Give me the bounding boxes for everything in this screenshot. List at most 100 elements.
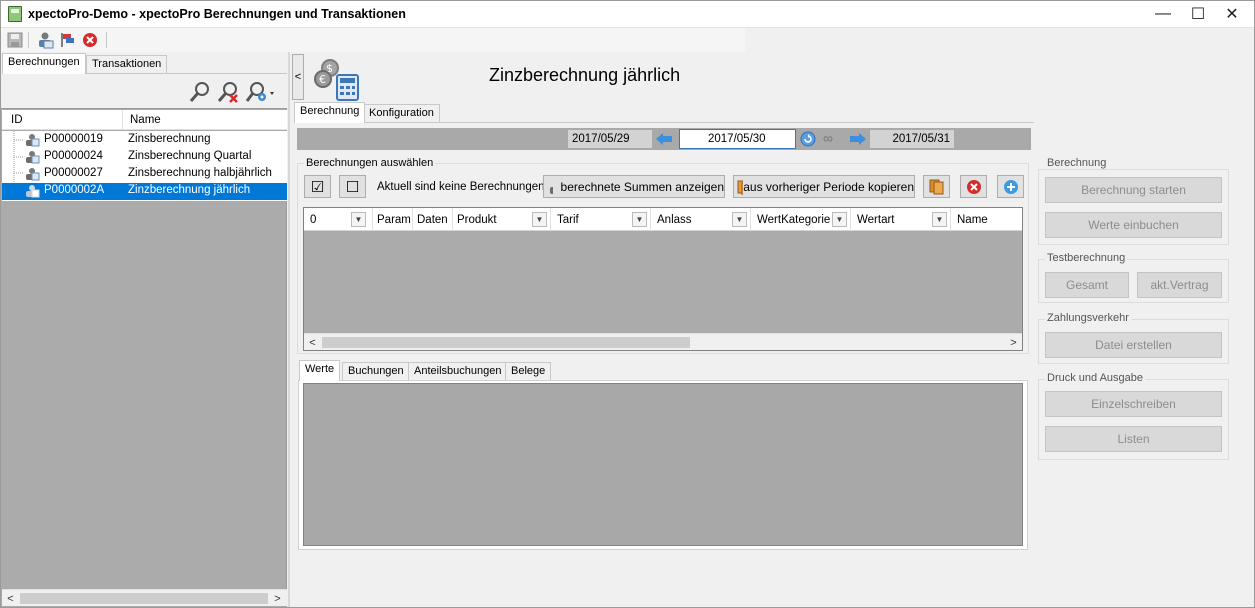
- lists-button[interactable]: Listen: [1045, 426, 1222, 452]
- refresh-date-icon[interactable]: [800, 131, 816, 147]
- grid-divider: [452, 208, 453, 231]
- grid-col-name[interactable]: Name: [957, 208, 988, 231]
- row-name: Zinsberechnung: [128, 133, 211, 145]
- calculation-icon: [26, 134, 40, 147]
- copy-previous-period-button[interactable]: aus vorheriger Periode kopieren: [733, 175, 915, 198]
- tab-belege[interactable]: Belege: [505, 362, 552, 381]
- grid-horizontal-scrollbar[interactable]: < >: [304, 333, 1022, 350]
- close-button[interactable]: ✕: [1209, 0, 1255, 28]
- chevron-down-icon[interactable]: ▼: [932, 212, 947, 227]
- calculation-list: ID Name P00000019 Zinsberechnung P000000…: [0, 108, 287, 608]
- grid-col-0[interactable]: 0: [310, 208, 316, 231]
- splitter[interactable]: [288, 52, 290, 608]
- link-dates-icon[interactable]: ∞: [823, 130, 833, 146]
- grid-divider: [650, 208, 651, 231]
- main-tabstrip: Berechnung Konfiguration: [294, 102, 1044, 124]
- chevron-down-icon[interactable]: ▼: [732, 212, 747, 227]
- chevron-down-icon[interactable]: ▼: [832, 212, 847, 227]
- column-divider: [122, 110, 123, 130]
- chevron-down-icon[interactable]: ▼: [632, 212, 647, 227]
- calculation-icon: [26, 168, 40, 181]
- tab-berechnung[interactable]: Berechnung: [294, 102, 366, 123]
- tab-werte[interactable]: Werte: [299, 360, 341, 381]
- chevron-down-icon[interactable]: ▼: [351, 212, 366, 227]
- calculation-icon: [26, 185, 40, 198]
- grid-col-wertkategorie[interactable]: WertKategorie: [757, 208, 830, 231]
- main-tab-underline: [294, 122, 1034, 123]
- scroll-left-arrow[interactable]: <: [2, 590, 19, 607]
- arrow-left-icon[interactable]: [655, 131, 673, 147]
- list-body: P00000019 Zinsberechnung P00000024 Zinsb…: [2, 131, 287, 201]
- delete-icon: [966, 179, 981, 194]
- list-item[interactable]: P00000027 Zinsberechnung halbjährlich: [2, 166, 287, 183]
- calculator-user-icon[interactable]: [36, 31, 54, 49]
- grid-col-wertart[interactable]: Wertart: [857, 208, 895, 231]
- column-header-id[interactable]: ID: [11, 114, 23, 126]
- single-letter-button[interactable]: Einzelschreiben: [1045, 391, 1222, 417]
- scroll-thumb[interactable]: [20, 593, 268, 604]
- scroll-left-arrow[interactable]: <: [304, 334, 321, 351]
- left-horizontal-scrollbar[interactable]: < >: [2, 589, 287, 606]
- previous-date[interactable]: 2017/05/29: [568, 130, 652, 148]
- current-date-input[interactable]: 2017/05/30: [679, 129, 796, 149]
- uncheck-all-button[interactable]: ☐: [339, 175, 366, 198]
- check-all-button[interactable]: ☑: [304, 175, 331, 198]
- save-icon[interactable]: [6, 31, 24, 49]
- start-calculation-button[interactable]: Berechnung starten: [1045, 177, 1222, 203]
- bottom-tabstrip: Werte Buchungen Anteilsbuchungen Belege: [299, 360, 1029, 382]
- grid-divider: [950, 208, 951, 231]
- scroll-right-arrow[interactable]: >: [269, 590, 286, 607]
- left-tabstrip: Berechnungen Transaktionen: [2, 53, 287, 75]
- show-sums-button[interactable]: berechnete Summen anzeigen: [543, 175, 725, 198]
- row-name: Zinzberechnung jährlich: [128, 184, 251, 196]
- delete-button[interactable]: [960, 175, 987, 198]
- grid-divider: [750, 208, 751, 231]
- arrow-right-icon[interactable]: [849, 131, 867, 147]
- search-icon[interactable]: [188, 80, 212, 104]
- flags-icon[interactable]: [58, 31, 76, 49]
- row-id: P00000019: [44, 133, 103, 145]
- group-label-selection: Berechnungen auswählen: [304, 157, 436, 169]
- grid-col-produkt[interactable]: Produkt: [457, 208, 497, 231]
- values-panel: [298, 380, 1028, 550]
- copy-previous-label: aus vorheriger Periode kopieren: [743, 179, 914, 194]
- chevron-down-icon[interactable]: ▼: [532, 212, 547, 227]
- grid-col-daten[interactable]: Daten: [417, 208, 448, 231]
- group-label-payment: Zahlungsverkehr: [1045, 312, 1131, 324]
- next-date[interactable]: 2017/05/31: [870, 130, 954, 148]
- show-sums-label: berechnete Summen anzeigen: [560, 179, 724, 194]
- scroll-thumb[interactable]: [322, 337, 690, 348]
- group-label-berechnung: Berechnung: [1045, 157, 1109, 169]
- clear-search-icon[interactable]: [216, 80, 240, 104]
- list-item[interactable]: P00000019 Zinsberechnung: [2, 132, 287, 149]
- create-file-button[interactable]: Datei erstellen: [1045, 332, 1222, 358]
- tab-buchungen[interactable]: Buchungen: [342, 362, 410, 381]
- column-header-name[interactable]: Name: [130, 114, 161, 126]
- grid-divider: [372, 208, 373, 231]
- app-icon: [8, 6, 22, 22]
- test-total-button[interactable]: Gesamt: [1045, 272, 1129, 298]
- tab-transaktionen[interactable]: Transaktionen: [86, 55, 168, 74]
- date-navigation-bar: 2017/05/29 2017/05/30 ∞ 2017/05/31: [297, 128, 1031, 150]
- list-item-selected[interactable]: P0000002A Zinzberechnung jährlich: [2, 183, 287, 200]
- grid-col-param[interactable]: Param: [377, 208, 411, 231]
- window-title: xpectoPro-Demo - xpectoPro Berechnungen …: [28, 7, 406, 21]
- grid-col-tarif[interactable]: Tarif: [557, 208, 579, 231]
- copy-button[interactable]: [923, 175, 950, 198]
- book-values-button[interactable]: Werte einbuchen: [1045, 212, 1222, 238]
- scroll-right-arrow[interactable]: >: [1005, 334, 1022, 351]
- svg-text:€: €: [319, 73, 326, 86]
- toolbar-separator: [106, 32, 107, 48]
- add-button[interactable]: [997, 175, 1024, 198]
- tab-anteilsbuchungen[interactable]: Anteilsbuchungen: [408, 362, 508, 381]
- test-contract-button[interactable]: akt.Vertrag: [1137, 272, 1222, 298]
- grid-divider: [550, 208, 551, 231]
- cancel-icon[interactable]: [81, 31, 99, 49]
- search-settings-icon[interactable]: [244, 80, 276, 104]
- collapse-panel-button[interactable]: <: [292, 54, 304, 100]
- grid-col-anlass[interactable]: Anlass: [657, 208, 692, 231]
- tab-konfiguration[interactable]: Konfiguration: [363, 104, 440, 123]
- list-item[interactable]: P00000024 Zinsberechnung Quartal: [2, 149, 287, 166]
- tab-berechnungen[interactable]: Berechnungen: [2, 53, 86, 74]
- selection-status: Aktuell sind keine Berechnungen: [377, 181, 545, 193]
